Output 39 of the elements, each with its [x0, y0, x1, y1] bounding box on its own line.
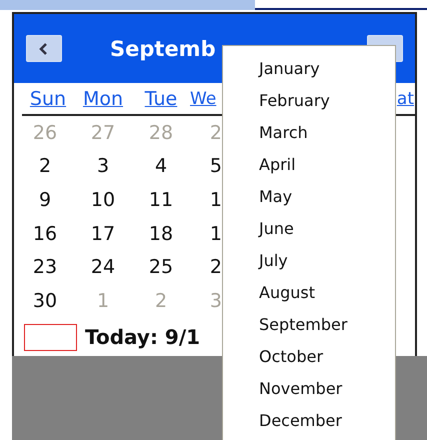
month-menu-item[interactable]: September: [223, 308, 395, 340]
month-menu-item[interactable]: January: [223, 52, 395, 84]
day-cell[interactable]: 30: [16, 284, 74, 318]
month-menu-item[interactable]: June: [223, 212, 395, 244]
month-menu-item[interactable]: August: [223, 276, 395, 308]
day-cell[interactable]: 1: [190, 216, 222, 250]
day-cell[interactable]: 24: [74, 250, 132, 284]
weekday-label: at: [396, 88, 414, 108]
day-cell[interactable]: 23: [16, 250, 74, 284]
month-menu-item[interactable]: May: [223, 180, 395, 212]
chevron-left-icon: [39, 42, 49, 54]
month-menu-item[interactable]: October: [223, 340, 395, 372]
day-cell[interactable]: 10: [74, 183, 132, 217]
weekday-label: Mon: [82, 88, 124, 110]
day-cell[interactable]: 17: [74, 216, 132, 250]
today-marker: [24, 324, 77, 351]
weekday-label: Sun: [28, 88, 68, 110]
month-menu-item[interactable]: December: [223, 404, 395, 436]
month-menu-item[interactable]: July: [223, 244, 395, 276]
today-label[interactable]: Today: 9/1: [85, 325, 200, 350]
day-cell[interactable]: 9: [16, 183, 74, 217]
weekday-label: Tue: [144, 88, 178, 110]
month-menu-item[interactable]: March: [223, 116, 395, 148]
day-cell[interactable]: 18: [132, 216, 190, 250]
weekday-label: We: [190, 88, 218, 108]
day-cell[interactable]: 4: [132, 150, 190, 184]
day-cell[interactable]: 11: [132, 183, 190, 217]
day-cell[interactable]: 1: [190, 183, 222, 217]
month-menu-item[interactable]: April: [223, 148, 395, 180]
month-menu-item[interactable]: November: [223, 372, 395, 404]
month-title[interactable]: Septemb: [110, 36, 216, 60]
day-cell[interactable]: 16: [16, 216, 74, 250]
day-cell[interactable]: 2: [16, 150, 74, 184]
previous-month-button[interactable]: [26, 35, 62, 62]
day-cell[interactable]: 2: [190, 250, 222, 284]
month-menu-item[interactable]: February: [223, 84, 395, 116]
day-cell[interactable]: 25: [132, 250, 190, 284]
day-cell[interactable]: 3: [74, 150, 132, 184]
day-cell[interactable]: 5: [190, 150, 222, 184]
